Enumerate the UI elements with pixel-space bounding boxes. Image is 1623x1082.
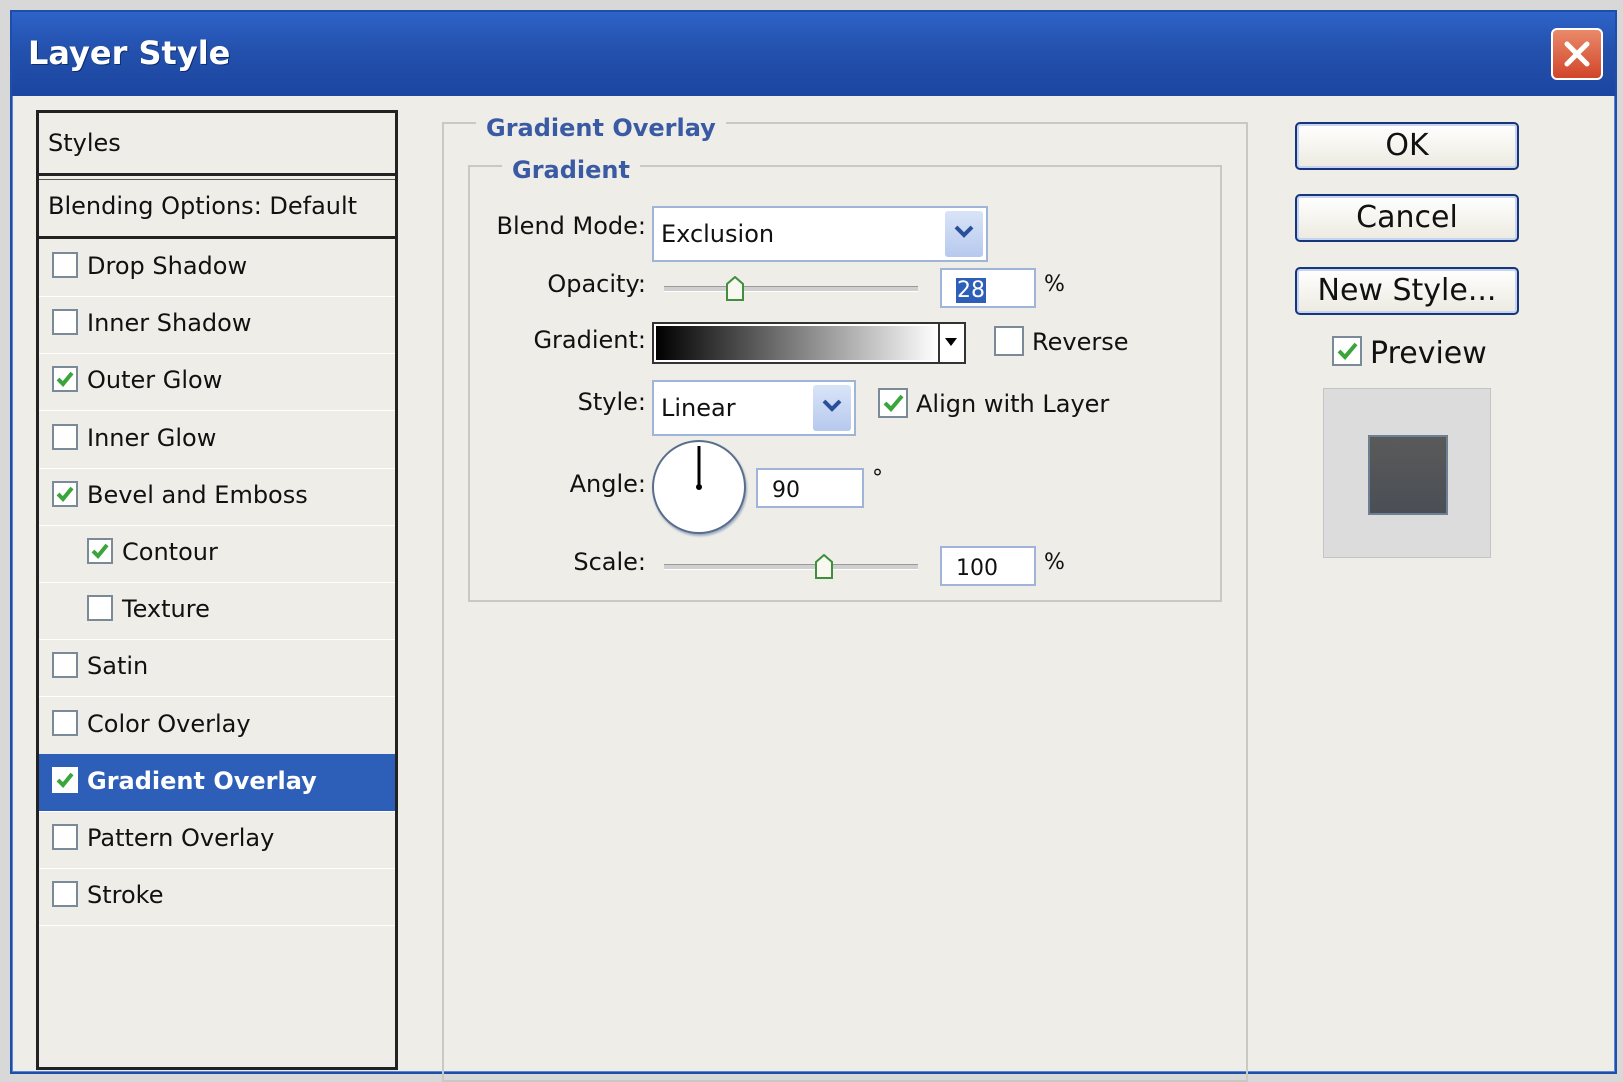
opacity-slider-track[interactable] xyxy=(664,286,918,292)
title-bar[interactable]: Layer Style xyxy=(12,12,1615,96)
scale-value: 100 xyxy=(956,556,998,581)
style-item-label: Contour xyxy=(122,538,218,566)
gradient-overlay-title: Gradient Overlay xyxy=(476,114,726,142)
checkmark-icon xyxy=(56,372,74,388)
style-item[interactable]: Satin xyxy=(39,639,395,698)
reverse-label: Reverse xyxy=(1032,328,1129,356)
opacity-value: 28 xyxy=(956,278,986,303)
style-item-checkbox[interactable] xyxy=(52,366,78,393)
angle-dial[interactable] xyxy=(652,440,746,534)
style-item[interactable]: Bevel and Emboss xyxy=(39,468,395,526)
style-item-checkbox[interactable] xyxy=(52,423,78,450)
preview-checkbox[interactable] xyxy=(1332,336,1362,366)
style-item-checkbox[interactable] xyxy=(52,766,78,793)
style-item-checkbox[interactable] xyxy=(52,480,78,507)
style-item[interactable]: Outer Glow xyxy=(39,353,395,412)
style-item-checkbox[interactable] xyxy=(52,309,78,336)
scale-slider-track[interactable] xyxy=(664,564,918,570)
style-item[interactable]: Color Overlay xyxy=(39,697,395,755)
gradient-subgroup-title: Gradient xyxy=(502,156,640,184)
reverse-checkbox[interactable] xyxy=(994,326,1024,356)
triangle-down-icon xyxy=(945,338,957,346)
scale-unit: % xyxy=(1044,550,1065,575)
checkmark-icon xyxy=(883,394,904,412)
style-item-checkbox[interactable] xyxy=(52,252,78,278)
blending-options-label: Blending Options: Default xyxy=(48,192,358,220)
chevron-down-icon xyxy=(954,225,974,238)
preview-swatch xyxy=(1368,435,1448,515)
checkmark-icon xyxy=(56,772,74,788)
preview-label: Preview xyxy=(1370,336,1487,371)
style-item-checkbox[interactable] xyxy=(87,595,113,622)
align-with-layer-label: Align with Layer xyxy=(916,390,1110,418)
scale-slider-thumb[interactable] xyxy=(814,554,834,580)
style-item-label: Pattern Overlay xyxy=(87,824,275,852)
style-item[interactable]: Contour xyxy=(39,525,395,583)
opacity-label: Opacity: xyxy=(547,270,646,298)
close-button[interactable] xyxy=(1551,28,1603,80)
angle-input[interactable]: 90 xyxy=(756,468,864,508)
styles-header-label: Styles xyxy=(48,129,121,157)
style-preview xyxy=(1323,388,1491,558)
align-with-layer-checkbox[interactable] xyxy=(878,388,908,418)
style-select[interactable]: Linear xyxy=(652,380,856,436)
style-item-label: Gradient Overlay xyxy=(87,766,317,795)
style-item-label: Stroke xyxy=(87,881,164,910)
style-item[interactable]: Texture xyxy=(39,582,395,641)
blend-mode-label: Blend Mode: xyxy=(496,212,646,240)
angle-label: Angle: xyxy=(569,470,646,498)
style-item-label: Color Overlay xyxy=(87,709,251,738)
cancel-button[interactable]: Cancel xyxy=(1295,194,1519,242)
blending-options-item[interactable]: Blending Options: Default xyxy=(39,179,395,239)
angle-unit: ° xyxy=(872,466,883,491)
ok-button[interactable]: OK xyxy=(1295,122,1519,170)
opacity-unit: % xyxy=(1044,272,1065,297)
opacity-slider-thumb[interactable] xyxy=(725,276,745,302)
checkmark-icon xyxy=(91,543,109,559)
styles-list: Styles Blending Options: Default Drop Sh… xyxy=(36,110,398,1070)
style-item-checkbox[interactable] xyxy=(87,538,113,564)
style-dropdown-arrow[interactable] xyxy=(813,385,851,431)
style-item[interactable]: Inner Glow xyxy=(39,411,395,469)
style-item-checkbox[interactable] xyxy=(52,824,78,850)
angle-needle-icon xyxy=(696,446,702,490)
style-label: Style: xyxy=(577,388,646,416)
scale-label: Scale: xyxy=(573,548,646,576)
style-item-label: Outer Glow xyxy=(87,366,223,395)
new-style-button[interactable]: New Style... xyxy=(1295,267,1519,315)
style-item-label: Drop Shadow xyxy=(87,252,248,280)
style-item-label: Inner Shadow xyxy=(87,309,252,338)
style-item[interactable]: Stroke xyxy=(39,868,395,927)
chevron-down-icon xyxy=(822,399,842,412)
styles-header[interactable]: Styles xyxy=(39,113,395,176)
blend-mode-dropdown-arrow[interactable] xyxy=(945,211,983,257)
style-item-label: Satin xyxy=(87,652,149,681)
gradient-label: Gradient: xyxy=(533,326,646,354)
scale-input[interactable]: 100 xyxy=(940,546,1036,586)
gradient-preview[interactable] xyxy=(656,326,938,360)
opacity-input[interactable]: 28 xyxy=(940,268,1036,308)
style-item[interactable]: Inner Shadow xyxy=(39,296,395,355)
checkmark-icon xyxy=(56,486,74,502)
style-item[interactable]: Drop Shadow xyxy=(39,239,395,297)
style-item-label: Bevel and Emboss xyxy=(87,480,308,509)
style-item[interactable]: Gradient Overlay xyxy=(39,753,395,812)
dialog-title: Layer Style xyxy=(28,34,231,72)
checkmark-icon xyxy=(1337,342,1358,360)
style-item-label: Texture xyxy=(122,595,210,624)
style-value: Linear xyxy=(661,394,736,422)
close-icon xyxy=(1564,41,1590,67)
blend-mode-value: Exclusion xyxy=(661,220,775,248)
style-item-checkbox[interactable] xyxy=(52,709,78,736)
gradient-dropdown-button[interactable] xyxy=(938,324,964,362)
style-item-checkbox[interactable] xyxy=(52,881,78,908)
angle-value: 90 xyxy=(772,478,800,503)
style-item[interactable]: Pattern Overlay xyxy=(39,811,395,869)
blend-mode-select[interactable]: Exclusion xyxy=(652,206,988,262)
gradient-picker[interactable] xyxy=(652,322,966,364)
style-item-checkbox[interactable] xyxy=(52,652,78,679)
style-item-label: Inner Glow xyxy=(87,423,217,452)
